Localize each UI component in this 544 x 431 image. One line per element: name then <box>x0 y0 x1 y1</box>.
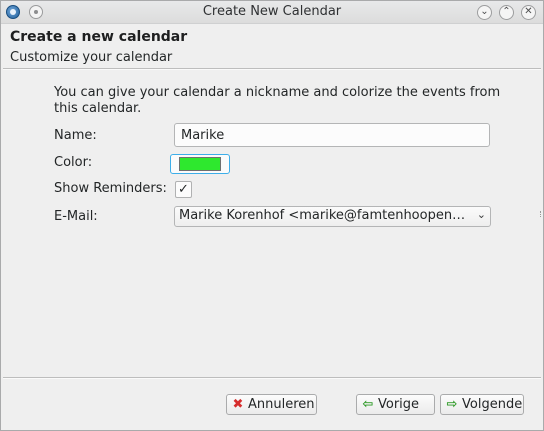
back-button-label: Vorige <box>378 397 420 412</box>
color-swatch <box>179 157 221 171</box>
chevron-down-icon: ⌄ <box>476 208 486 221</box>
back-button[interactable]: ⇦ Vorige <box>356 394 435 415</box>
name-label: Name: <box>54 128 97 143</box>
maximize-button[interactable]: ⌃ <box>499 5 514 20</box>
close-button[interactable]: ✕ <box>521 5 536 20</box>
resize-grip[interactable] <box>540 211 544 217</box>
header-divider <box>3 68 541 70</box>
wizard-header: Create a new calendar Customize your cal… <box>1 24 543 66</box>
minimize-button[interactable]: ⌄ <box>477 5 492 20</box>
title-bar: Create New Calendar ⌄ ⌃ ✕ <box>1 1 543 24</box>
window-title: Create New Calendar <box>202 4 342 19</box>
page-subtitle: Customize your calendar <box>10 50 173 65</box>
color-picker-button[interactable] <box>170 154 230 174</box>
color-label: Color: <box>54 155 93 170</box>
next-button-label: Volgende <box>462 397 523 412</box>
show-reminders-checkbox[interactable]: ✓ <box>175 181 192 198</box>
arrow-left-icon: ⇦ <box>362 397 374 412</box>
page-title: Create a new calendar <box>10 29 188 45</box>
cancel-icon: ✖ <box>232 397 244 412</box>
email-label: E-Mail: <box>54 209 98 224</box>
create-calendar-dialog: Create New Calendar ⌄ ⌃ ✕ Create a new c… <box>0 0 544 431</box>
cancel-button[interactable]: ✖ Annuleren <box>226 394 317 415</box>
next-button[interactable]: ⇨ Volgende <box>440 394 524 415</box>
show-reminders-label: Show Reminders: <box>54 181 167 196</box>
email-select[interactable]: Marike Korenhof <marike@famtenhoopen.… ⌄ <box>174 206 491 227</box>
arrow-right-icon: ⇨ <box>446 397 458 412</box>
footer-divider <box>3 377 541 379</box>
name-input[interactable] <box>174 123 490 147</box>
email-select-value: Marike Korenhof <marike@famtenhoopen.… <box>179 208 468 223</box>
cancel-button-label: Annuleren <box>248 397 315 412</box>
description-text: You can give your calendar a nickname an… <box>54 85 501 116</box>
